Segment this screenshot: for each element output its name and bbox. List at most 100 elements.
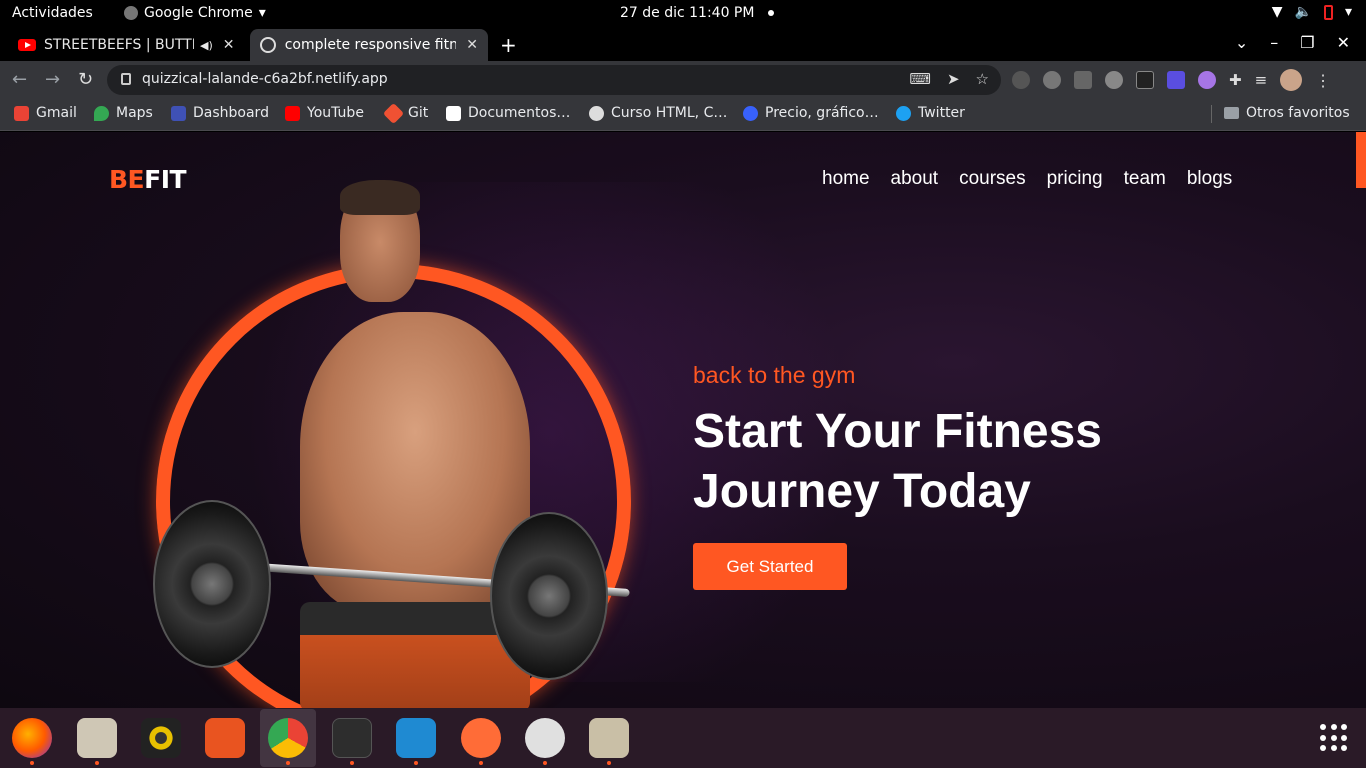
send-icon[interactable]: ➤	[947, 70, 960, 88]
activities-button[interactable]: Actividades	[12, 5, 93, 21]
media-control-icon[interactable]: ≡	[1255, 71, 1268, 89]
running-indicator	[479, 761, 483, 765]
dock	[0, 708, 1366, 768]
angular-icon[interactable]	[1136, 71, 1154, 89]
bookmark-label: Otros favoritos	[1246, 105, 1350, 121]
logo-accent: BE	[109, 165, 145, 194]
archive-manager-icon[interactable]	[589, 718, 629, 758]
tab-search-icon[interactable]: ⌄	[1235, 33, 1248, 52]
bookmark-label: Maps	[116, 105, 153, 121]
nav-blogs[interactable]: blogs	[1187, 168, 1232, 190]
caret-down-icon: ▾	[1344, 4, 1352, 20]
nav-courses[interactable]: courses	[959, 168, 1026, 190]
menu-kebab-icon[interactable]: ⋮	[1315, 71, 1331, 90]
tab-streetbeefs[interactable]: STREETBEEFS | BUTTE ◀) ✕	[8, 29, 248, 61]
running-indicator	[414, 761, 418, 765]
bookmark-label: Gmail	[36, 105, 77, 121]
bookmark-label: Twitter	[918, 105, 965, 121]
files-icon[interactable]	[77, 718, 117, 758]
hero-image	[140, 172, 660, 708]
purple-extension-icon[interactable]	[1198, 71, 1216, 89]
extension-circle-icon[interactable]	[1043, 71, 1061, 89]
url-text[interactable]: quizzical-lalande-c6a2bf.netlify.app	[142, 71, 388, 87]
extensions-area: ✚ ≡ ⋮	[1012, 69, 1331, 91]
show-applications-icon[interactable]	[1320, 724, 1348, 752]
get-started-button[interactable]: Get Started	[693, 543, 847, 590]
app-installer-icon[interactable]	[525, 718, 565, 758]
bookmark-precio[interactable]: Precio, gráfico…	[743, 105, 879, 121]
document-icon	[446, 105, 461, 121]
nav-home[interactable]: home	[822, 168, 870, 190]
translate-icon[interactable]: ⌨	[909, 70, 931, 88]
nav-team[interactable]: team	[1124, 168, 1166, 190]
running-indicator	[286, 761, 290, 765]
running-indicator	[350, 761, 354, 765]
bookmark-git[interactable]: Git	[382, 102, 429, 124]
bookmark-otros-favoritos[interactable]: Otros favoritos	[1224, 105, 1350, 121]
bookmark-label: Precio, gráfico…	[765, 105, 879, 121]
reload-button[interactable]: ↻	[78, 69, 93, 90]
app-menu-label: Google Chrome	[144, 5, 253, 21]
bookmark-curso-html[interactable]: Curso HTML, C…	[589, 105, 727, 121]
bookmark-documentos[interactable]: Documentos…	[446, 105, 570, 121]
close-window-button[interactable]: ✕	[1337, 33, 1350, 52]
tab-strip: STREETBEEFS | BUTTE ◀) ✕ complete respon…	[0, 27, 1366, 61]
bookmark-youtube[interactable]: YouTube	[285, 105, 364, 121]
puzzle-extensions-icon[interactable]: ✚	[1229, 71, 1242, 89]
dashboard-icon	[171, 105, 186, 121]
lock-icon[interactable]	[121, 73, 131, 85]
nav-about[interactable]: about	[891, 168, 939, 190]
close-icon[interactable]: ✕	[223, 37, 235, 53]
twitter-icon	[896, 105, 911, 121]
bookmark-dashboard[interactable]: Dashboard	[171, 105, 269, 121]
tab-fitness[interactable]: complete responsive fitne ✕	[250, 29, 488, 61]
running-indicator	[95, 761, 99, 765]
new-tab-button[interactable]: +	[500, 33, 517, 57]
app-menu[interactable]: Google Chrome ▾	[124, 5, 266, 21]
bookmark-star-icon[interactable]: ☆	[976, 70, 989, 88]
caret-down-icon: ▾	[258, 5, 266, 21]
youtube-icon	[18, 39, 36, 51]
software-center-icon[interactable]	[205, 718, 245, 758]
bookmark-separator	[1211, 105, 1212, 123]
rhythmbox-icon[interactable]	[141, 718, 181, 758]
vscode-icon[interactable]	[396, 718, 436, 758]
youtube-icon	[285, 105, 300, 121]
audio-playing-icon[interactable]: ◀)	[200, 39, 213, 52]
address-bar[interactable]: quizzical-lalande-c6a2bf.netlify.app ⌨ ➤…	[107, 65, 1001, 95]
nav-pricing[interactable]: pricing	[1047, 168, 1103, 190]
close-icon[interactable]: ✕	[466, 37, 478, 53]
hero-eyebrow: back to the gym	[693, 362, 856, 388]
back-button[interactable]: ←	[12, 69, 27, 90]
window-controls: ⌄ – ❐ ✕	[1235, 33, 1350, 52]
avatar[interactable]	[1280, 69, 1303, 91]
maximize-button[interactable]: ❐	[1300, 33, 1314, 52]
react-devtools-icon[interactable]	[1012, 71, 1030, 89]
vue-devtools-icon[interactable]	[1074, 71, 1092, 89]
terminal-icon[interactable]	[332, 718, 372, 758]
hero-headline: Start Your Fitness Journey Today	[693, 405, 1102, 518]
pen-extension-icon[interactable]	[1167, 71, 1185, 89]
chrome-small-icon	[124, 6, 138, 20]
battery-icon	[1323, 4, 1333, 20]
scroll-indicator[interactable]	[1356, 132, 1366, 188]
folder-icon	[1224, 107, 1239, 119]
bookmark-maps[interactable]: Maps	[94, 105, 153, 121]
chrome-icon[interactable]	[268, 718, 308, 758]
bookmark-label: Git	[408, 105, 429, 121]
forward-button[interactable]: →	[45, 69, 60, 90]
running-indicator	[607, 761, 611, 765]
clock[interactable]: 27 de dic 11:40 PM	[620, 5, 775, 21]
postman-icon[interactable]	[461, 718, 501, 758]
minimize-button[interactable]: –	[1270, 33, 1278, 52]
system-tray[interactable]: ▼ 🔈 ▾	[1272, 4, 1352, 20]
wifi-icon: ▼	[1271, 4, 1283, 20]
firefox-icon[interactable]	[12, 718, 52, 758]
extension-icon[interactable]	[1105, 71, 1123, 89]
bookmark-label: Documentos…	[468, 105, 571, 121]
globe-icon	[260, 37, 276, 53]
bookmark-label: Dashboard	[193, 105, 269, 121]
bookmark-gmail[interactable]: Gmail	[14, 105, 77, 121]
bookmark-twitter[interactable]: Twitter	[896, 105, 965, 121]
notification-dot-icon	[768, 10, 775, 16]
